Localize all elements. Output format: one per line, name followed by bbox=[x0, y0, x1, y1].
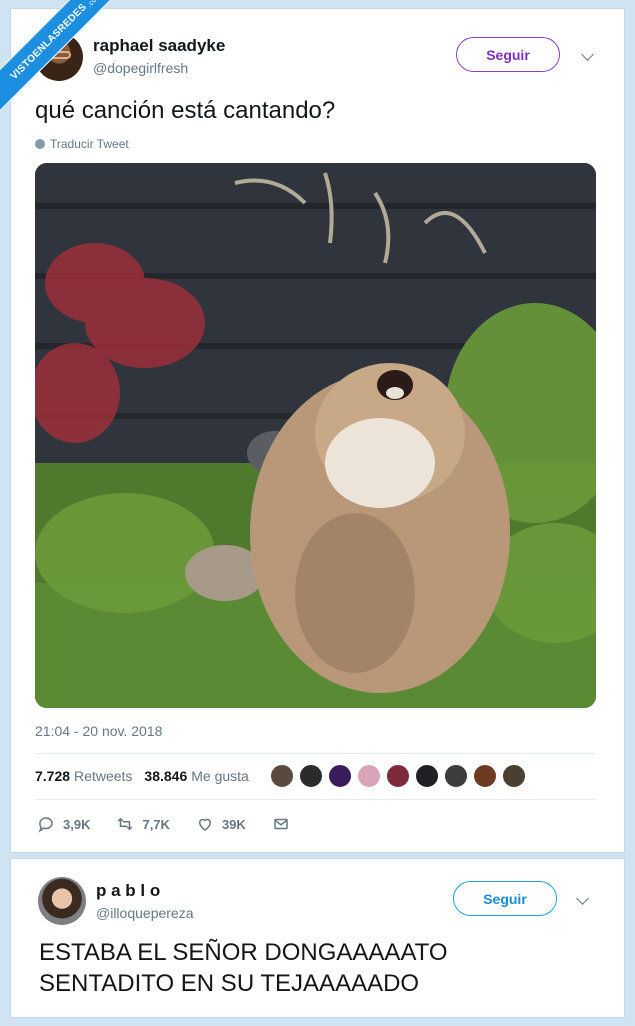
liker-avatar[interactable] bbox=[357, 764, 381, 788]
retweets-count[interactable]: 7.728 bbox=[35, 768, 70, 784]
liker-avatar[interactable] bbox=[502, 764, 526, 788]
follow-button[interactable]: Seguir bbox=[453, 881, 557, 916]
retweet-action[interactable]: 7,7K bbox=[116, 815, 170, 833]
author-name[interactable]: raphael saadyke bbox=[93, 36, 225, 56]
author-handle[interactable]: @dopegirlfresh bbox=[93, 60, 188, 76]
likes-label[interactable]: Me gusta bbox=[191, 768, 249, 784]
liker-avatar[interactable] bbox=[328, 764, 352, 788]
reply-text-line: ESTABA EL SEÑOR DONGAAAAATO bbox=[39, 939, 448, 966]
liker-avatar[interactable] bbox=[473, 764, 497, 788]
divider bbox=[35, 799, 596, 800]
chevron-down-icon[interactable] bbox=[581, 48, 594, 61]
liker-avatar[interactable] bbox=[386, 764, 410, 788]
retweet-count: 7,7K bbox=[142, 816, 170, 832]
tweet-timestamp[interactable]: 21:04 - 20 nov. 2018 bbox=[35, 723, 162, 739]
reply-icon bbox=[38, 817, 53, 833]
message-action[interactable] bbox=[272, 815, 290, 833]
cat-photo-illustration bbox=[35, 163, 596, 708]
reply-author-handle[interactable]: @illoquepereza bbox=[96, 905, 194, 921]
avatar[interactable] bbox=[38, 877, 86, 925]
engagement-stats: 7.728 Retweets 38.846 Me gusta bbox=[35, 768, 249, 784]
tweet-actions: 3,9K 7,7K 39K bbox=[37, 815, 316, 833]
reply-text: ESTABA EL SEÑOR DONGAAAAATO SENTADITO EN… bbox=[39, 937, 599, 999]
globe-icon bbox=[35, 139, 45, 149]
reply-text-line: SENTADITO EN SU TEJAAAAADO bbox=[39, 970, 420, 997]
likers-avatars bbox=[270, 764, 526, 788]
reply-card: p a b l o @illoquepereza Seguir ESTABA E… bbox=[10, 858, 625, 1018]
retweet-icon bbox=[118, 817, 133, 831]
tweet-photo[interactable] bbox=[35, 163, 596, 708]
follow-button[interactable]: Seguir bbox=[456, 37, 560, 72]
divider bbox=[35, 753, 596, 754]
liker-avatar[interactable] bbox=[415, 764, 439, 788]
liker-avatar[interactable] bbox=[299, 764, 323, 788]
translate-link[interactable]: Traducir Tweet bbox=[35, 137, 129, 151]
watermark-suffix: .com bbox=[85, 0, 103, 9]
likes-count[interactable]: 38.846 bbox=[144, 768, 187, 784]
liker-avatar[interactable] bbox=[270, 764, 294, 788]
liker-avatar[interactable] bbox=[444, 764, 468, 788]
envelope-icon bbox=[274, 818, 288, 830]
retweets-label[interactable]: Retweets bbox=[74, 768, 132, 784]
reply-author-name[interactable]: p a b l o bbox=[96, 881, 160, 901]
tweet-card: raphael saadyke @dopegirlfresh Seguir qu… bbox=[10, 8, 625, 853]
like-action[interactable]: 39K bbox=[196, 815, 246, 833]
reply-count: 3,9K bbox=[63, 816, 91, 832]
tweet-text: qué canción está cantando? bbox=[35, 97, 336, 124]
heart-icon bbox=[198, 818, 211, 831]
chevron-down-icon[interactable] bbox=[576, 892, 589, 905]
like-count: 39K bbox=[221, 816, 246, 832]
reply-action[interactable]: 3,9K bbox=[37, 815, 90, 833]
translate-label: Traducir Tweet bbox=[50, 137, 129, 151]
